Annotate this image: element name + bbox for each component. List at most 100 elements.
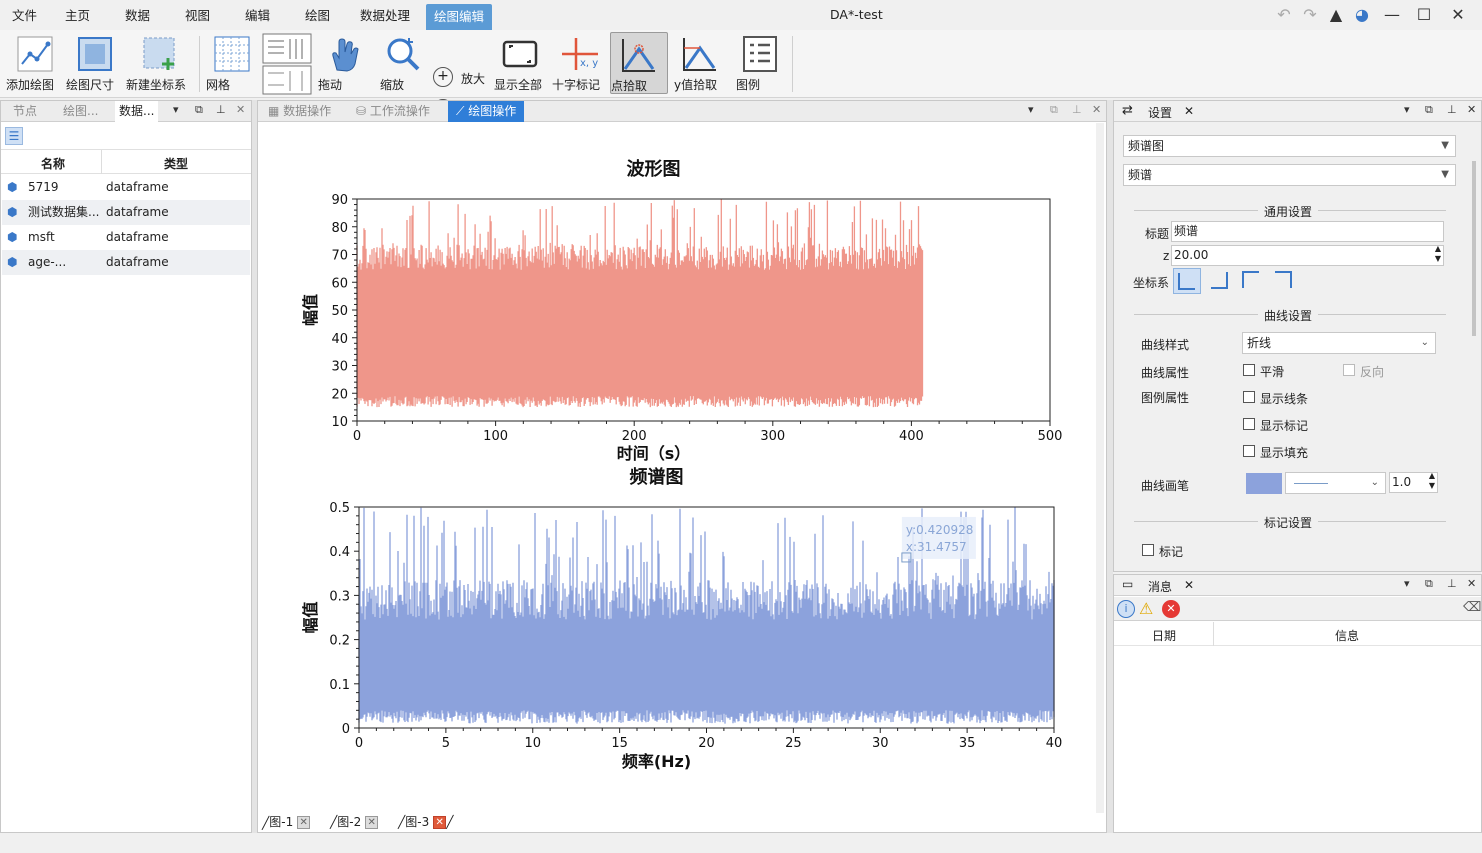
column-name-header[interactable]: 名称 bbox=[41, 155, 65, 172]
close-messages-icon[interactable]: ✕ bbox=[1184, 578, 1194, 592]
x-tick-label: 10 bbox=[524, 736, 541, 751]
pen-color-swatch[interactable] bbox=[1246, 473, 1282, 494]
theme-icon[interactable]: ◕ bbox=[1351, 5, 1373, 25]
new-axes-button[interactable]: 新建坐标系 bbox=[126, 32, 194, 94]
zoom-in-button[interactable]: + 放大 bbox=[433, 67, 493, 89]
grid-button[interactable]: 网格 bbox=[206, 32, 258, 94]
splitter[interactable] bbox=[252, 100, 257, 833]
menu-edit[interactable]: 编辑 bbox=[237, 5, 278, 27]
axes-option-bottom-left[interactable] bbox=[1173, 268, 1201, 294]
close-panel-icon[interactable]: ✕ bbox=[236, 103, 245, 116]
close-icon[interactable]: ✕ bbox=[1447, 5, 1469, 25]
tab-figure-2[interactable]: ╱图-2 ✕ bbox=[330, 812, 379, 832]
axes-option-top-right[interactable] bbox=[1270, 268, 1298, 294]
tab-plots[interactable]: 绘图... bbox=[59, 101, 102, 122]
clear-messages-icon[interactable]: ⌫ bbox=[1463, 600, 1481, 615]
legend-button[interactable]: 图例 bbox=[736, 32, 784, 94]
float-icon[interactable]: ⧉ bbox=[1425, 577, 1433, 591]
zoom-button[interactable]: 缩放 bbox=[380, 32, 426, 94]
settings-scrollbar[interactable] bbox=[1472, 161, 1476, 336]
y-pick-button[interactable]: y值拾取 bbox=[674, 32, 726, 94]
menu-data[interactable]: 数据 bbox=[117, 5, 158, 27]
tab-nodes[interactable]: 节点 bbox=[9, 101, 41, 122]
show-marker-checkbox[interactable] bbox=[1243, 418, 1255, 430]
panel-menu-icon[interactable]: ▾ bbox=[173, 103, 179, 116]
close-tab-icon[interactable]: ✕ bbox=[433, 816, 447, 829]
show-line-checkbox[interactable] bbox=[1243, 391, 1255, 403]
tab-figure-3[interactable]: ╱图-3 ✕ ╱ bbox=[398, 812, 458, 832]
date-column-header[interactable]: 日期 bbox=[1152, 627, 1176, 644]
float-icon[interactable]: ⧉ bbox=[195, 103, 203, 117]
ribbon-toolbar: 添加绘图 绘图尺寸 新建坐标系 网格 拖动 缩放 + 放大 显示全部 x, y … bbox=[0, 30, 1482, 119]
close-tab-icon[interactable]: ✕ bbox=[365, 816, 379, 829]
close-panel-icon[interactable]: ✕ bbox=[1467, 103, 1476, 116]
tab-datasets[interactable]: 数据... bbox=[115, 101, 159, 122]
tree-row[interactable]: ⬢ msft dataframe bbox=[2, 225, 250, 250]
axes-option-bottom-right[interactable] bbox=[1206, 268, 1234, 294]
menu-file[interactable]: 文件 bbox=[4, 5, 45, 27]
column-type-header[interactable]: 类型 bbox=[164, 155, 188, 172]
pen-style-dropdown[interactable]: ⌄ bbox=[1285, 472, 1386, 494]
menu-plot-edit[interactable]: 绘图编辑 bbox=[426, 4, 493, 30]
show-fill-checkbox[interactable] bbox=[1243, 445, 1255, 457]
pin-icon[interactable]: ⊥ bbox=[1447, 103, 1457, 116]
curve-style-dropdown[interactable]: 折线 ⌄ bbox=[1242, 332, 1436, 354]
vertical-scrollbar[interactable] bbox=[1096, 123, 1104, 813]
menu-data-processing[interactable]: 数据处理 bbox=[352, 5, 418, 27]
close-panel-icon[interactable]: ✕ bbox=[1467, 577, 1476, 590]
close-tab-icon[interactable]: ✕ bbox=[297, 816, 311, 829]
title-input[interactable]: 频谱 bbox=[1171, 221, 1444, 242]
info-column-header[interactable]: 信息 bbox=[1335, 627, 1359, 644]
reverse-checkbox[interactable] bbox=[1343, 364, 1355, 376]
y-tick-label: 40 bbox=[331, 332, 348, 347]
menu-plot[interactable]: 绘图 bbox=[297, 5, 338, 27]
pin-icon[interactable]: ⊥ bbox=[1447, 577, 1457, 590]
list-view-icon[interactable]: ☰ bbox=[5, 127, 23, 145]
plot-select-dropdown[interactable]: 频谱图 ▼ bbox=[1123, 135, 1456, 157]
pen-width-spinbox[interactable]: 1.0 ▲ ▼ bbox=[1389, 471, 1438, 493]
ribbon-separator bbox=[199, 36, 200, 92]
undo-icon[interactable]: ↶ bbox=[1273, 5, 1295, 25]
column-divider bbox=[1213, 622, 1214, 646]
spinner-icon[interactable]: ▲ ▼ bbox=[1435, 244, 1441, 264]
z-spinbox[interactable]: 20.00 ▲ ▼ bbox=[1171, 244, 1444, 266]
tab-figure-1[interactable]: ╱图-1 ✕ bbox=[262, 812, 311, 832]
charts-canvas[interactable]: 波形图0 100 200 300 400 500102030405060708090时间（… bbox=[258, 101, 1108, 811]
maximize-icon[interactable]: ☐ bbox=[1413, 5, 1435, 25]
collapse-ribbon-icon[interactable]: ▲ bbox=[1325, 5, 1347, 25]
float-icon[interactable]: ⧉ bbox=[1425, 103, 1433, 117]
error-filter-icon[interactable]: ✕ bbox=[1162, 600, 1180, 618]
point-pick-button[interactable]: 点拾取 bbox=[610, 32, 668, 94]
tree-row[interactable]: ⬢ 测试数据集... dataframe bbox=[2, 200, 250, 225]
marker-checkbox[interactable] bbox=[1142, 544, 1154, 556]
spinner-icon[interactable]: ▲ ▼ bbox=[1429, 471, 1435, 491]
tooltip-x: x:31.4757 bbox=[906, 540, 967, 554]
grid-layout-options[interactable] bbox=[262, 33, 312, 95]
tree-row[interactable]: ⬢ age-... dataframe bbox=[2, 250, 250, 275]
pin-icon[interactable]: ⊥ bbox=[216, 103, 226, 116]
tree-row[interactable]: ⬢ 5719 dataframe bbox=[2, 175, 250, 200]
panel-menu-icon[interactable]: ▾ bbox=[1404, 577, 1410, 590]
curve-select-dropdown[interactable]: 频谱 ▼ bbox=[1123, 164, 1456, 186]
redo-icon[interactable]: ↷ bbox=[1299, 5, 1321, 25]
menu-home[interactable]: 主页 bbox=[57, 5, 98, 27]
show-all-button[interactable]: 显示全部 bbox=[494, 32, 546, 94]
smooth-checkbox[interactable] bbox=[1243, 364, 1255, 376]
minimize-icon[interactable]: — bbox=[1381, 5, 1403, 25]
drag-button[interactable]: 拖动 bbox=[318, 32, 368, 94]
crosshair-button[interactable]: x, y 十字标记 bbox=[552, 32, 608, 94]
info-filter-icon[interactable]: i bbox=[1117, 600, 1135, 618]
close-settings-icon[interactable]: ✕ bbox=[1184, 104, 1194, 118]
x-axis-label: 时间（s） bbox=[617, 444, 691, 463]
panel-menu-icon[interactable]: ▾ bbox=[1404, 103, 1410, 116]
grid-icon bbox=[212, 34, 252, 74]
axes-option-top-left[interactable] bbox=[1238, 268, 1266, 294]
y-tick-label: 80 bbox=[331, 221, 348, 236]
add-plot-button[interactable]: 添加绘图 bbox=[6, 32, 64, 94]
plot-size-button[interactable]: 绘图尺寸 bbox=[66, 32, 124, 94]
zoom-in-label: 放大 bbox=[461, 72, 486, 86]
window-title: DA*-test bbox=[830, 7, 883, 22]
warning-filter-icon[interactable]: ⚠ bbox=[1139, 599, 1153, 618]
menu-view[interactable]: 视图 bbox=[177, 5, 218, 27]
y-tick-label: 0.5 bbox=[329, 501, 350, 516]
